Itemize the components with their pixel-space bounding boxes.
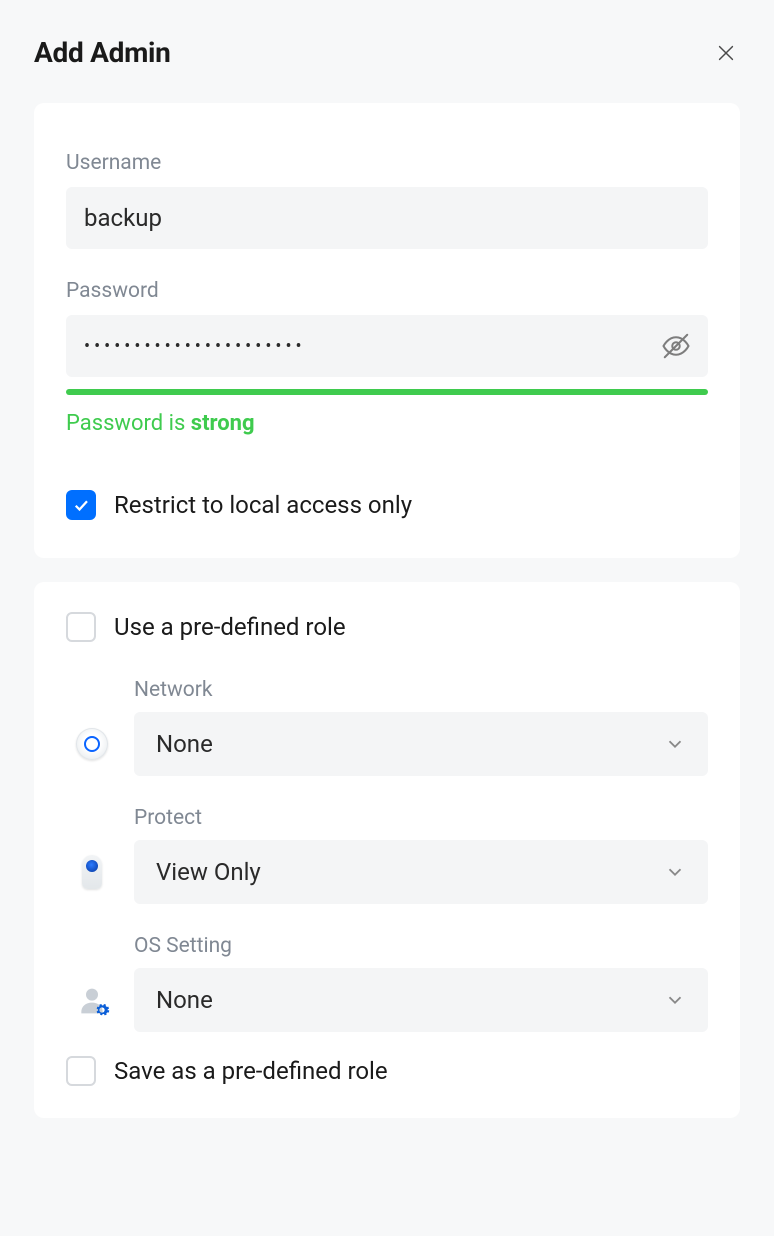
password-strength-bar <box>66 389 708 395</box>
perm-label-network: Network <box>134 678 708 702</box>
perm-value-network: None <box>156 730 213 758</box>
password-input[interactable] <box>66 315 708 377</box>
password-field: Password Password is strong <box>66 279 708 436</box>
dialog-title: Add Admin <box>34 36 171 69</box>
password-label: Password <box>66 279 708 303</box>
protect-icon <box>74 854 110 890</box>
gear-icon <box>94 1002 110 1018</box>
perm-select-os[interactable]: None <box>134 968 708 1032</box>
chevron-down-icon <box>664 733 686 755</box>
toggle-password-visibility-button[interactable] <box>658 328 694 364</box>
password-strength-prefix: Password is <box>66 411 191 436</box>
use-predefined-row: Use a pre-defined role <box>66 612 708 642</box>
close-button[interactable] <box>712 39 740 67</box>
password-strength-text: Password is strong <box>66 411 708 436</box>
save-predefined-row: Save as a pre-defined role <box>66 1056 708 1086</box>
perm-row-os: OS Setting None <box>66 934 708 1032</box>
perm-value-os: None <box>156 986 213 1014</box>
close-icon <box>715 42 737 64</box>
perm-select-network[interactable]: None <box>134 712 708 776</box>
save-predefined-label: Save as a pre-defined role <box>114 1057 388 1085</box>
chevron-down-icon <box>664 989 686 1011</box>
os-setting-icon <box>74 982 110 1018</box>
username-input[interactable] <box>66 187 708 249</box>
restrict-local-checkbox[interactable] <box>66 490 96 520</box>
perm-value-protect: View Only <box>156 858 261 886</box>
password-strength-word: strong <box>191 411 255 436</box>
perm-row-network: Network None <box>66 678 708 776</box>
network-icon <box>74 726 110 762</box>
perm-row-protect: Protect View Only <box>66 806 708 904</box>
username-label: Username <box>66 151 708 175</box>
chevron-down-icon <box>664 861 686 883</box>
use-predefined-checkbox[interactable] <box>66 612 96 642</box>
save-predefined-checkbox[interactable] <box>66 1056 96 1086</box>
perm-label-protect: Protect <box>134 806 708 830</box>
perm-label-os: OS Setting <box>134 934 708 958</box>
username-field: Username <box>66 151 708 249</box>
use-predefined-label: Use a pre-defined role <box>114 613 346 641</box>
eye-off-icon <box>661 331 691 361</box>
check-icon <box>72 496 90 514</box>
restrict-local-row: Restrict to local access only <box>66 490 708 520</box>
credentials-card: Username Password Password is strong Res… <box>34 103 740 558</box>
restrict-local-label: Restrict to local access only <box>114 491 412 519</box>
perm-select-protect[interactable]: View Only <box>134 840 708 904</box>
roles-card: Use a pre-defined role Network None Prot… <box>34 582 740 1118</box>
